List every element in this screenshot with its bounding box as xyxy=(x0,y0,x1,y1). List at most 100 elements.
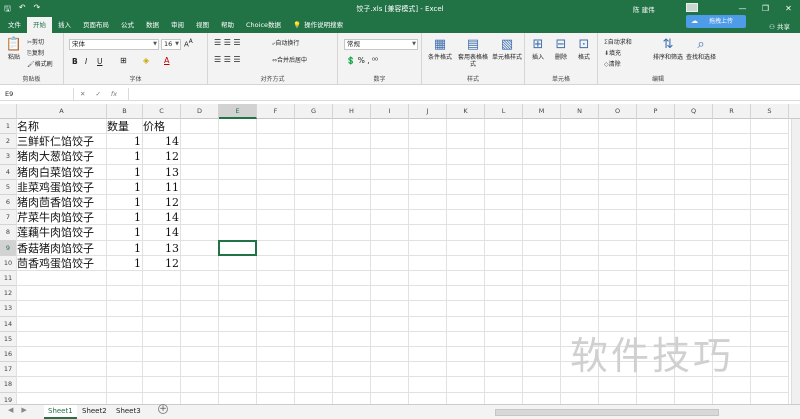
table-cell-number[interactable]: 12 xyxy=(143,256,181,271)
table-cell-number[interactable]: 1 xyxy=(107,256,143,271)
column-header[interactable]: M xyxy=(523,104,561,119)
font-size-select[interactable]: 16 ▼ xyxy=(161,39,181,50)
prev-sheet-icon[interactable]: ◀ xyxy=(8,406,13,414)
row-header[interactable]: 7 xyxy=(0,210,17,226)
tell-me-search[interactable]: 💡 操作说明搜索 xyxy=(287,17,349,33)
tab-5[interactable]: 数据 xyxy=(140,17,165,33)
sort-filter-button[interactable]: ⇅ 排序和筛选 xyxy=(652,36,684,61)
sheet-tab[interactable]: Sheet3 xyxy=(112,405,145,419)
column-header[interactable]: K xyxy=(447,104,485,119)
enter-icon[interactable]: ✓ xyxy=(95,88,100,100)
column-header[interactable]: E xyxy=(219,104,257,119)
table-cell-name[interactable]: 猪肉白菜馅饺子 xyxy=(17,165,107,180)
table-cell-name[interactable]: 芹菜牛肉馅饺子 xyxy=(17,210,107,225)
sheet-tab[interactable]: Sheet2 xyxy=(78,405,111,419)
row-header[interactable]: 8 xyxy=(0,225,17,241)
conditional-format-button[interactable]: ▦ 条件格式 xyxy=(424,36,456,61)
tab-6[interactable]: 审阅 xyxy=(165,17,190,33)
column-header[interactable]: S xyxy=(751,104,789,119)
wrap-text-button[interactable]: ⤶ 自动换行 xyxy=(272,38,299,48)
table-cell-number[interactable]: 14 xyxy=(143,134,181,149)
table-cell-name[interactable]: 茴香鸡蛋馅饺子 xyxy=(17,256,107,271)
column-header[interactable]: J xyxy=(409,104,447,119)
column-header[interactable]: L xyxy=(485,104,523,119)
row-header[interactable]: 11 xyxy=(0,271,17,287)
table-cell-number[interactable]: 1 xyxy=(107,241,143,256)
column-header[interactable]: H xyxy=(333,104,371,119)
cancel-icon[interactable]: ✕ xyxy=(80,88,85,100)
tab-4[interactable]: 公式 xyxy=(115,17,140,33)
table-cell-number[interactable]: 1 xyxy=(107,149,143,164)
font-grow-button[interactable]: AA xyxy=(184,39,193,48)
table-cell-number[interactable]: 1 xyxy=(107,195,143,210)
tab-3[interactable]: 页面布局 xyxy=(77,17,115,33)
avatar[interactable] xyxy=(686,3,698,12)
formula-input[interactable] xyxy=(128,88,792,100)
merge-center-button[interactable]: ⇔ 合并后居中 xyxy=(272,55,307,64)
column-header[interactable]: B xyxy=(107,104,143,119)
select-all-corner[interactable] xyxy=(0,104,17,119)
table-cell-name[interactable]: 猪肉大葱馅饺子 xyxy=(17,149,107,164)
clear-button[interactable]: ◇ 清除 xyxy=(604,59,621,68)
column-header[interactable]: C xyxy=(143,104,181,119)
insert-cells-button[interactable]: ⊞ 插入 xyxy=(527,36,549,61)
copy-button[interactable]: ⎘ 复制 xyxy=(27,48,44,58)
row-header[interactable]: 10 xyxy=(0,255,17,271)
column-header[interactable]: N xyxy=(561,104,599,119)
row-header[interactable]: 18 xyxy=(0,377,17,393)
column-header[interactable]: I xyxy=(371,104,409,119)
row-header[interactable]: 2 xyxy=(0,134,17,150)
column-header[interactable]: A xyxy=(17,104,107,119)
row-header[interactable]: 4 xyxy=(0,164,17,180)
align-top-icon[interactable]: ☰ ☰ ☰ xyxy=(214,38,241,47)
delete-cells-button[interactable]: ⊟ 删除 xyxy=(550,36,572,61)
column-header[interactable]: P xyxy=(637,104,675,119)
table-cell-number[interactable]: 11 xyxy=(143,180,181,195)
align-left-icon[interactable]: ☰ ☰ ☰ xyxy=(214,55,241,64)
tab-0[interactable]: 文件 xyxy=(2,17,27,33)
row-header[interactable]: 15 xyxy=(0,331,17,347)
table-cell-number[interactable]: 1 xyxy=(107,134,143,149)
table-cell-number[interactable]: 1 xyxy=(107,180,143,195)
row-header[interactable]: 16 xyxy=(0,347,17,363)
find-select-button[interactable]: ⌕ 查找和选择 xyxy=(684,36,718,61)
table-cell-number[interactable]: 14 xyxy=(143,210,181,225)
vertical-scrollbar[interactable] xyxy=(791,119,800,404)
row-header[interactable]: 5 xyxy=(0,179,17,195)
italic-button[interactable]: I xyxy=(85,57,87,66)
sheet-tab[interactable]: Sheet1 xyxy=(44,405,77,419)
table-cell-number[interactable]: 1 xyxy=(107,210,143,225)
table-header-cell[interactable]: 数量 xyxy=(107,119,143,134)
table-cell-number[interactable]: 1 xyxy=(107,165,143,180)
table-cell-number[interactable]: 13 xyxy=(143,165,181,180)
next-sheet-icon[interactable]: ▶ xyxy=(21,406,26,414)
column-header[interactable]: Q xyxy=(675,104,713,119)
user-name[interactable]: 陈 建伟 xyxy=(633,4,655,14)
paste-button[interactable]: 📋 粘贴 xyxy=(3,36,25,61)
tab-9[interactable]: Choice数据 xyxy=(240,17,287,33)
tab-8[interactable]: 帮助 xyxy=(215,17,240,33)
restore-button[interactable]: ❐ xyxy=(754,0,777,17)
column-header[interactable]: R xyxy=(713,104,751,119)
column-header[interactable]: F xyxy=(257,104,295,119)
active-cell[interactable] xyxy=(218,239,257,256)
share-button[interactable]: ⚇ 共享 xyxy=(769,21,790,31)
table-cell-name[interactable]: 三鲜虾仁馅饺子 xyxy=(17,134,107,149)
underline-button[interactable]: U xyxy=(97,57,103,66)
close-button[interactable]: ✕ xyxy=(777,0,800,17)
row-header[interactable]: 12 xyxy=(0,286,17,302)
row-header[interactable]: 3 xyxy=(0,149,17,165)
number-format-select[interactable]: 常规 ▼ xyxy=(344,39,418,50)
row-header[interactable]: 9 xyxy=(0,240,17,256)
format-cells-button[interactable]: ⊡ 格式 xyxy=(573,36,595,61)
name-box[interactable]: E9 xyxy=(2,88,74,100)
table-cell-number[interactable]: 12 xyxy=(143,149,181,164)
column-header[interactable]: O xyxy=(599,104,637,119)
tab-1[interactable]: 开始 xyxy=(27,17,52,33)
fill-color-icon[interactable]: ◈ xyxy=(143,56,149,65)
autosum-button[interactable]: Σ 自动求和 xyxy=(604,37,632,46)
format-painter-button[interactable]: 🖌 格式刷 xyxy=(27,59,53,68)
row-header[interactable]: 6 xyxy=(0,195,17,211)
border-icon[interactable]: ⊞ xyxy=(120,56,127,65)
function-icon[interactable]: fx xyxy=(111,88,117,100)
